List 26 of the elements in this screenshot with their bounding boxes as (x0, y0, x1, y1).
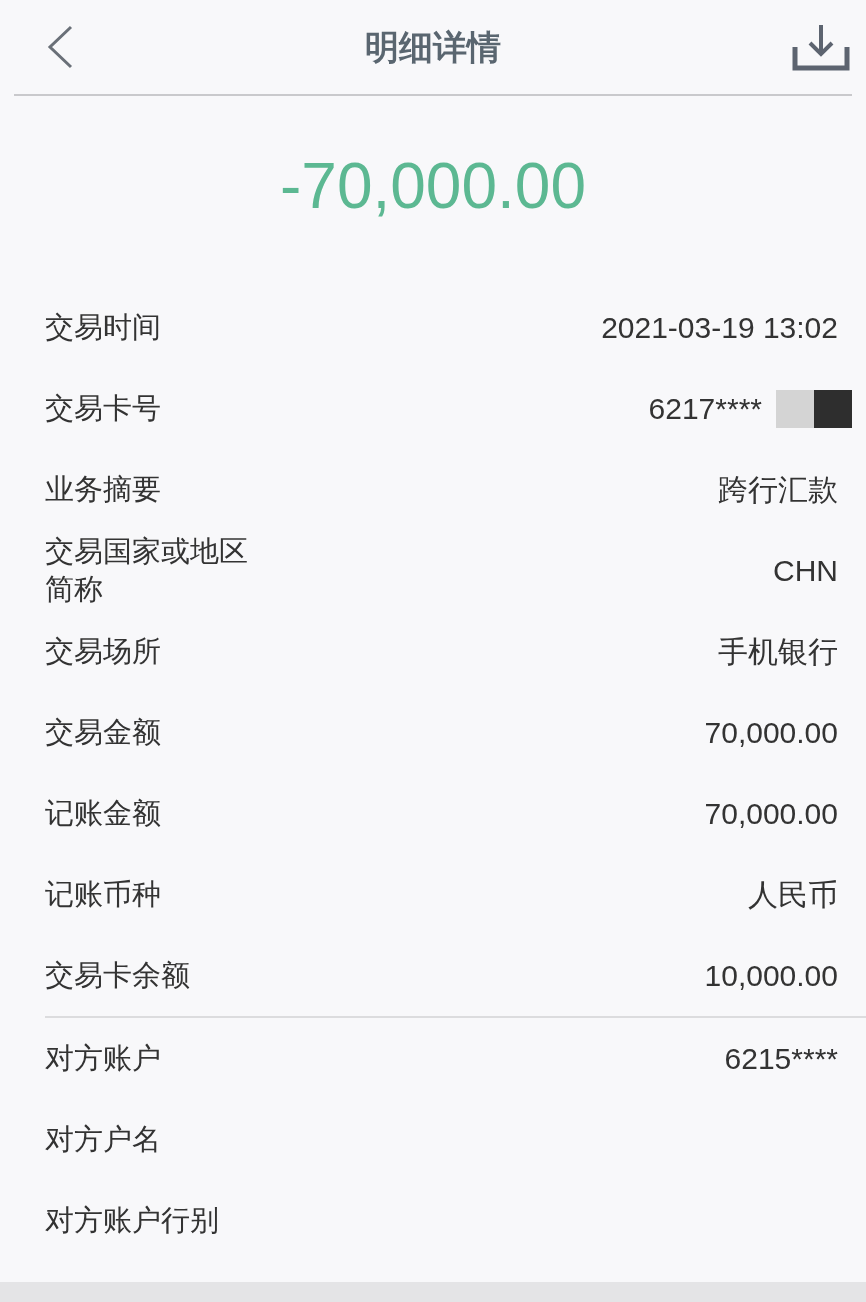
field-label: 业务摘要 (45, 470, 161, 508)
field-label: 对方户名 (45, 1120, 161, 1158)
field-value: 10,000.00 (704, 958, 838, 994)
field-label: 交易场所 (45, 632, 161, 670)
download-icon[interactable] (792, 23, 850, 71)
field-value: CHN (773, 553, 838, 589)
field-value: 70,000.00 (704, 715, 838, 751)
field-label: 交易时间 (45, 308, 161, 346)
field-value: 手机银行 (718, 634, 838, 670)
field-value: 人民币 (748, 877, 838, 913)
field-value: 70,000.00 (704, 796, 838, 832)
field-value: 6217**** (648, 391, 762, 427)
field-label: 记账币种 (45, 875, 161, 913)
field-value: 2021-03-19 13:02 (601, 310, 838, 346)
amount-text: -70,000.00 (280, 148, 586, 224)
field-value: 跨行汇款 (718, 472, 838, 508)
field-label: 交易国家或地区简称 (45, 532, 249, 608)
field-label: 交易卡号 (45, 389, 161, 427)
field-label: 交易卡余额 (45, 956, 190, 994)
field-label: 交易金额 (45, 713, 161, 751)
field-value: 6215**** (724, 1041, 838, 1077)
field-label: 记账金额 (45, 794, 161, 832)
back-icon[interactable] (46, 25, 74, 69)
page-title: 明细详情 (365, 25, 501, 69)
field-label: 对方账户 (45, 1039, 161, 1077)
field-label: 对方账户行别 (45, 1201, 219, 1239)
